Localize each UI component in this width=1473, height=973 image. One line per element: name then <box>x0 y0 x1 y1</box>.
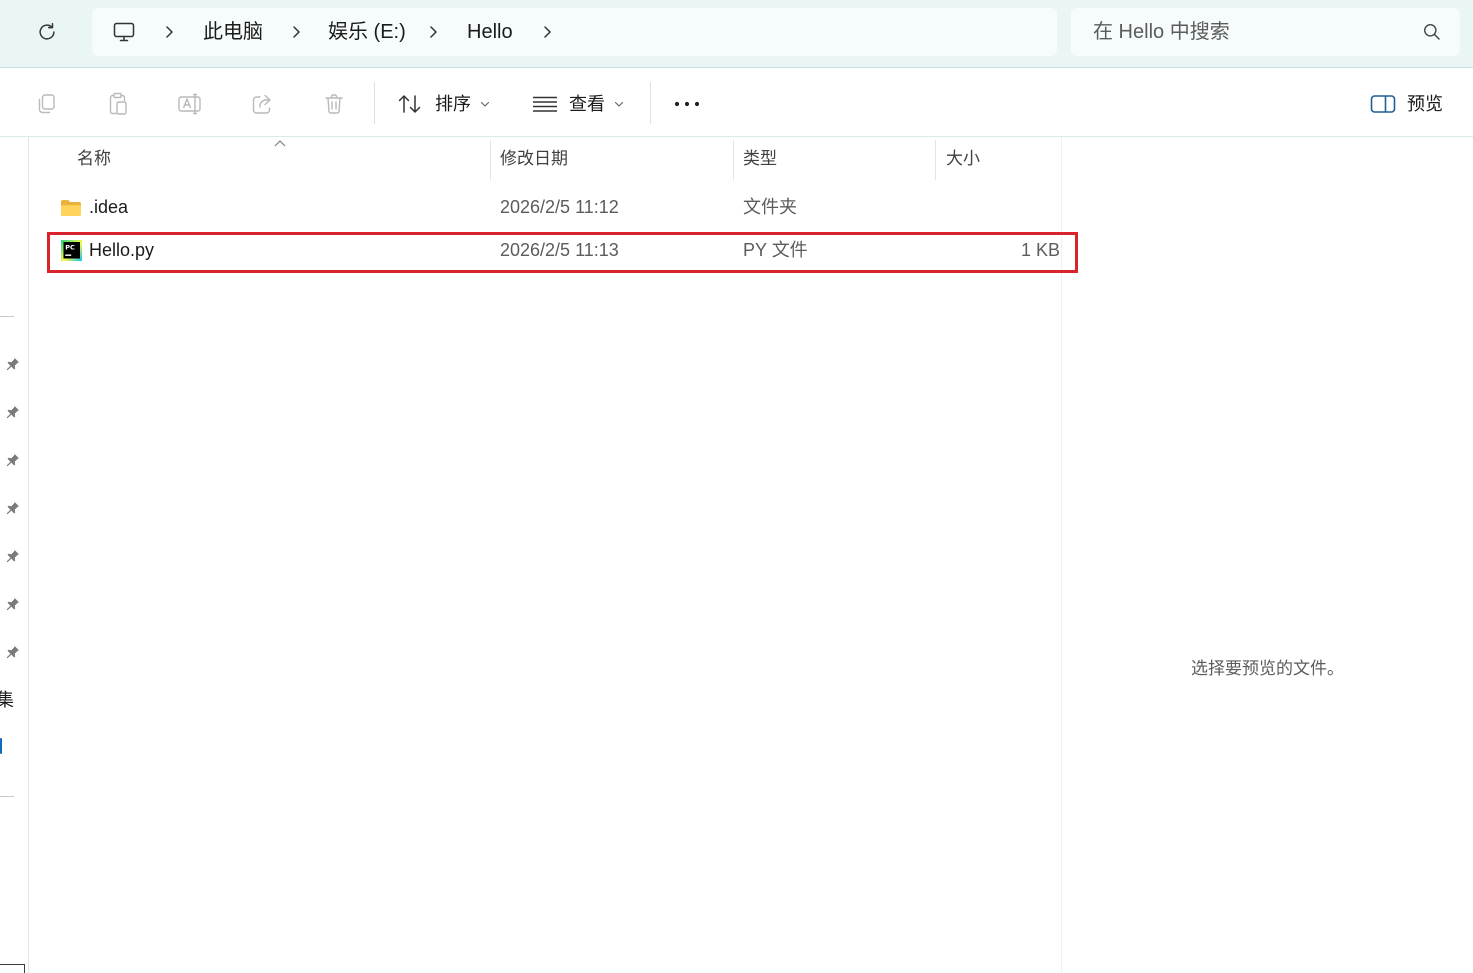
column-header-type[interactable]: 类型 <box>743 139 777 179</box>
navigation-pane: 集 <box>0 137 29 973</box>
preview-pane-button[interactable]: 预览 <box>1360 84 1455 124</box>
chevron-right-icon <box>166 26 173 38</box>
breadcrumb-chevron[interactable] <box>290 8 302 56</box>
nav-item-label[interactable]: 集 <box>0 688 14 712</box>
delete-icon <box>325 94 343 114</box>
pin-icon[interactable] <box>6 453 20 467</box>
refresh-icon <box>39 23 55 40</box>
breadcrumb-chevron[interactable] <box>163 8 175 56</box>
more-icon <box>674 101 700 107</box>
share-button[interactable] <box>238 80 286 128</box>
search-button[interactable] <box>1423 23 1441 41</box>
file-row-idea[interactable]: .idea 2026/2/5 11:12 文件夹 <box>29 187 1061 227</box>
pin-icon[interactable] <box>6 597 20 611</box>
rename-button[interactable] <box>166 80 214 128</box>
nav-divider <box>0 316 14 317</box>
file-type: PY 文件 <box>743 240 808 260</box>
file-size <box>946 187 1060 227</box>
toolbar-separator <box>650 82 651 124</box>
preview-label: 预览 <box>1407 94 1443 114</box>
file-size: 1 KB <box>1020 240 1060 260</box>
search-icon <box>1424 24 1440 40</box>
breadcrumb-this-pc[interactable]: 此电脑 <box>203 8 263 56</box>
pycharm-file-icon: PC <box>61 240 82 261</box>
chevron-down-icon <box>480 100 490 108</box>
pin-icon[interactable] <box>6 357 20 371</box>
sort-ascending-icon <box>274 140 286 147</box>
view-label: 查看 <box>569 94 605 114</box>
delete-button[interactable] <box>310 80 358 128</box>
breadcrumb-label: 此电脑 <box>203 21 263 43</box>
column-header-modified[interactable]: 修改日期 <box>500 139 568 179</box>
search-input[interactable] <box>1093 8 1413 56</box>
file-modified: 2026/2/5 11:13 <box>500 240 619 260</box>
column-header-size[interactable]: 大小 <box>946 139 980 179</box>
breadcrumb-label: Hello <box>467 21 513 43</box>
file-explorer-window: 此电脑 娱乐 (E:) Hello 在 Hello 中搜索 排序 查看 预览 名… <box>0 0 1473 973</box>
breadcrumb-hello[interactable]: Hello <box>467 8 513 56</box>
share-icon <box>252 94 271 114</box>
chevron-right-icon <box>544 26 551 38</box>
chevron-right-icon <box>293 26 300 38</box>
file-name: .idea <box>89 197 129 217</box>
column-resize-handle[interactable] <box>733 140 734 180</box>
sort-label: 排序 <box>435 94 471 114</box>
address-bar-area: 此电脑 娱乐 (E:) Hello <box>0 0 1473 68</box>
breadcrumb-chevron[interactable] <box>541 8 553 56</box>
paste-button[interactable] <box>94 80 142 128</box>
address-bar[interactable]: 此电脑 娱乐 (E:) Hello <box>92 8 1057 56</box>
paste-icon <box>109 92 127 115</box>
copy-button[interactable] <box>22 80 70 128</box>
view-button[interactable]: 查看 <box>526 84 634 124</box>
pin-icon[interactable] <box>6 645 20 659</box>
column-resize-handle[interactable] <box>935 140 936 180</box>
folder-icon <box>60 199 82 217</box>
search-box[interactable] <box>1071 8 1460 56</box>
file-type: 文件夹 <box>743 197 797 217</box>
refresh-button[interactable] <box>34 19 60 45</box>
pycharm-logo-text: PC <box>65 243 75 251</box>
pin-icon[interactable] <box>6 501 20 515</box>
sort-icon <box>397 92 423 116</box>
nav-divider <box>0 796 14 797</box>
location-root-button[interactable] <box>112 8 136 56</box>
monitor-icon <box>113 22 135 42</box>
file-list: 名称 修改日期 类型 大小 .idea 2026/2/5 11:12 文件夹 P… <box>29 137 1062 973</box>
column-resize-handle[interactable] <box>490 140 491 180</box>
preview-pane-icon <box>1370 94 1396 114</box>
pin-icon[interactable] <box>6 549 20 563</box>
file-name: Hello.py <box>89 240 155 260</box>
chevron-right-icon <box>430 26 437 38</box>
file-row-hello-py[interactable]: PC Hello.py 2026/2/5 11:13 PY 文件 1 KB <box>29 230 1061 270</box>
command-bar: 排序 查看 预览 <box>0 68 1473 137</box>
copy-icon <box>38 94 55 114</box>
file-modified: 2026/2/5 11:12 <box>500 197 619 217</box>
breadcrumb-chevron[interactable] <box>427 8 439 56</box>
rename-icon <box>178 93 201 115</box>
sort-button[interactable]: 排序 <box>392 84 500 124</box>
more-options-button[interactable] <box>663 80 711 128</box>
breadcrumb-label: 娱乐 (E:) <box>328 21 406 43</box>
chevron-down-icon <box>614 100 624 108</box>
preview-pane: 选择要预览的文件。 <box>1062 137 1473 973</box>
toolbar-separator <box>374 82 375 124</box>
pin-icon[interactable] <box>6 405 20 419</box>
nav-item-partial[interactable] <box>0 964 25 973</box>
nav-selection-indicator <box>0 738 2 754</box>
breadcrumb-drive-e[interactable]: 娱乐 (E:) <box>328 8 406 56</box>
column-header-name[interactable]: 名称 <box>77 139 111 179</box>
preview-empty-message: 选择要预览的文件。 <box>1191 659 1344 678</box>
view-list-icon <box>532 94 558 114</box>
